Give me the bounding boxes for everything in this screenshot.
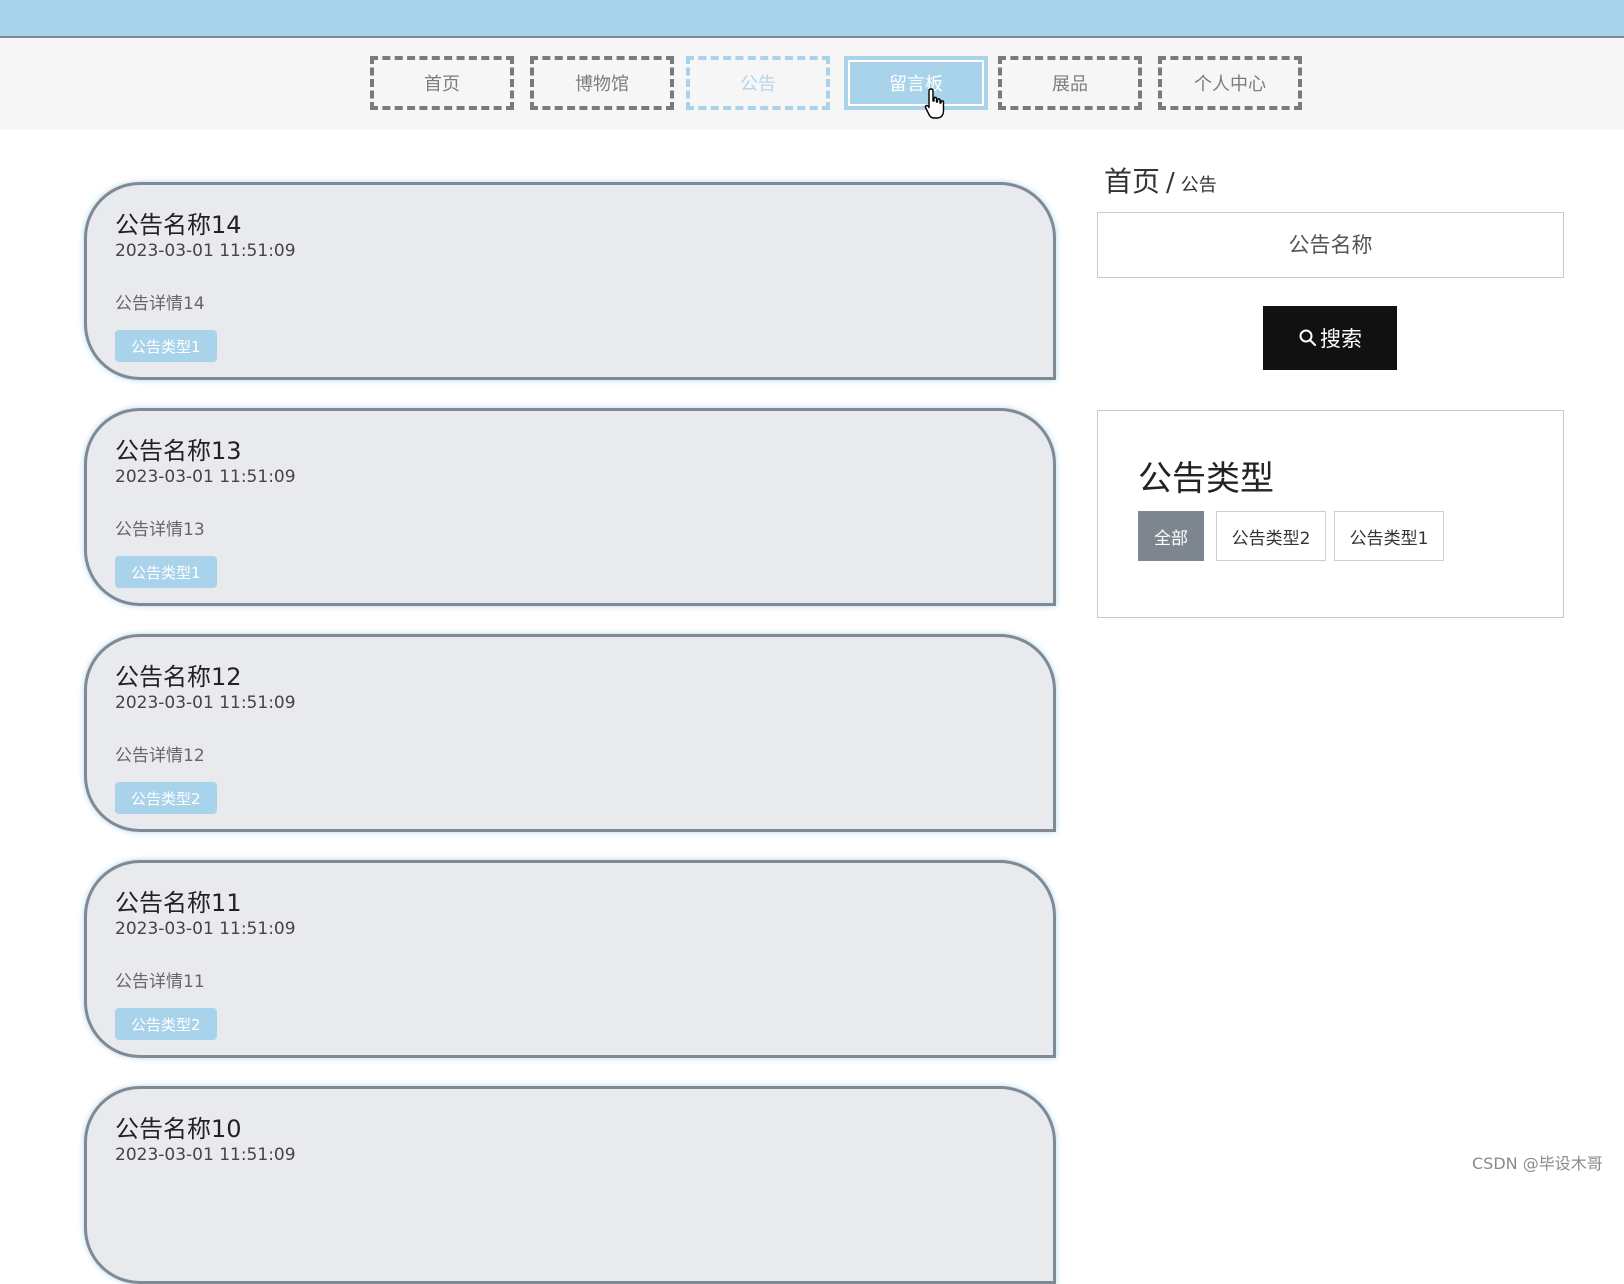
notice-time: 2023-03-01 11:51:09 (115, 1145, 296, 1165)
type-filter-type1[interactable]: 公告类型1 (1334, 511, 1444, 561)
notice-time: 2023-03-01 11:51:09 (115, 467, 296, 487)
nav-item-message-board[interactable]: 留言板 (844, 56, 988, 110)
notice-title: 公告名称10 (115, 1115, 242, 1143)
breadcrumb-separator: / (1166, 168, 1175, 198)
notice-detail: 公告详情11 (115, 972, 205, 992)
search-icon (1299, 329, 1317, 347)
nav-item-home[interactable]: 首页 (370, 56, 514, 110)
breadcrumb: 首页 / 公告 (1104, 160, 1217, 200)
notice-title: 公告名称12 (115, 663, 242, 691)
notice-type-tag: 公告类型2 (115, 782, 217, 814)
breadcrumb-home[interactable]: 首页 (1104, 165, 1160, 198)
nav-item-notice[interactable]: 公告 (686, 56, 830, 110)
notice-title: 公告名称13 (115, 437, 242, 465)
breadcrumb-current: 公告 (1180, 175, 1217, 196)
watermark: CSDN @毕设木哥 (1472, 1154, 1603, 1173)
notice-card[interactable]: 公告名称12 2023-03-01 11:51:09 公告详情12 公告类型2 (84, 634, 1056, 832)
notice-time: 2023-03-01 11:51:09 (115, 919, 296, 939)
notice-card[interactable]: 公告名称13 2023-03-01 11:51:09 公告详情13 公告类型1 (84, 408, 1056, 606)
notice-detail: 公告详情12 (115, 746, 205, 766)
nav-item-personal-center[interactable]: 个人中心 (1158, 56, 1302, 110)
notice-card[interactable]: 公告名称14 2023-03-01 11:51:09 公告详情14 公告类型1 (84, 182, 1056, 380)
notice-type-filter-panel: 公告类型 全部 公告类型2 公告类型1 (1097, 410, 1564, 618)
search-button-label: 搜索 (1320, 327, 1362, 351)
top-header-bar (0, 0, 1624, 38)
main-navigation: 首页 博物馆 公告 留言板 展品 个人中心 (0, 38, 1624, 130)
notice-detail: 公告详情14 (115, 294, 205, 314)
type-filter-type2[interactable]: 公告类型2 (1216, 511, 1326, 561)
notice-card[interactable]: 公告名称10 2023-03-01 11:51:09 (84, 1086, 1056, 1284)
hand-cursor-icon (924, 88, 945, 119)
notice-time: 2023-03-01 11:51:09 (115, 241, 296, 261)
notice-type-tag: 公告类型1 (115, 330, 217, 362)
nav-item-exhibits[interactable]: 展品 (998, 56, 1142, 110)
type-filter-all[interactable]: 全部 (1138, 511, 1204, 561)
notice-title: 公告名称11 (115, 889, 242, 917)
notice-card[interactable]: 公告名称11 2023-03-01 11:51:09 公告详情11 公告类型2 (84, 860, 1056, 1058)
notice-type-tag: 公告类型2 (115, 1008, 217, 1040)
notice-type-tag: 公告类型1 (115, 556, 217, 588)
notice-detail: 公告详情13 (115, 520, 205, 540)
nav-item-museum[interactable]: 博物馆 (530, 56, 674, 110)
notice-title: 公告名称14 (115, 211, 242, 239)
notice-name-search-input[interactable] (1097, 212, 1564, 278)
type-filter-title: 公告类型 (1138, 459, 1274, 499)
notice-time: 2023-03-01 11:51:09 (115, 693, 296, 713)
search-button[interactable]: 搜索 (1263, 306, 1397, 370)
